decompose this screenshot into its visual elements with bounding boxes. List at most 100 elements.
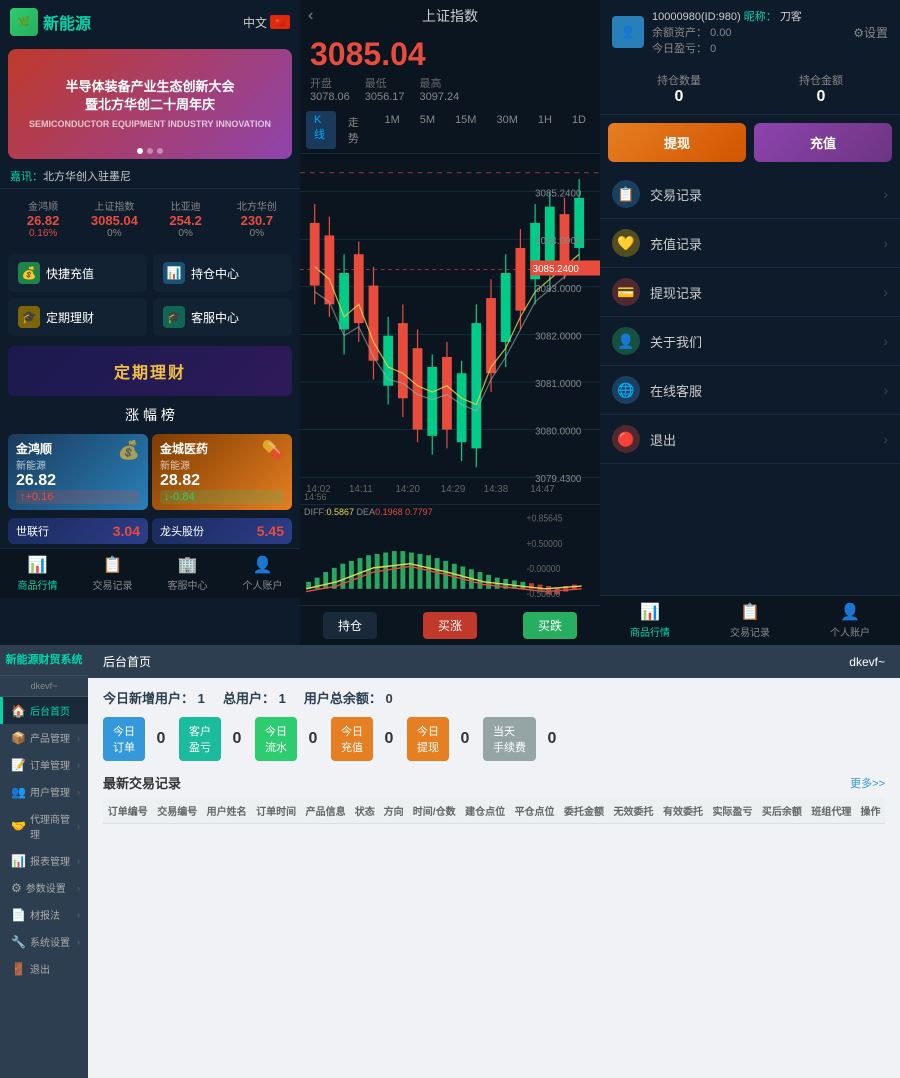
sidebar-item-material[interactable]: 📄 材报法 › <box>0 901 88 928</box>
language-badge[interactable]: 中文 🇨🇳 <box>243 14 290 31</box>
menu-arrow-icon-6: › <box>883 431 888 447</box>
svg-text:3085.2400: 3085.2400 <box>533 264 580 275</box>
tab-1d[interactable]: 1D <box>564 111 594 149</box>
gainers-grid: 金鸿顺 新能源 💰 26.82 ↑+0.16 金城医药 新能源 💊 28.82 <box>0 430 300 514</box>
nav-account[interactable]: 👤 个人账户 <box>243 555 283 592</box>
menu-trade-records[interactable]: 📋 交易记录 › <box>600 170 900 219</box>
stock-longtou[interactable]: 龙头股份 5.45 <box>152 518 292 544</box>
col-product: 产品信息 <box>301 798 350 824</box>
daily-fee-value: 0 <box>542 730 562 748</box>
daily-recharge-label: 今日充值 <box>331 717 373 761</box>
svg-text:3084.0000: 3084.0000 <box>535 236 582 247</box>
btn-buy-up[interactable]: 买涨 <box>423 612 477 639</box>
menu-online-service[interactable]: 🌐 在线客服 › <box>600 366 900 415</box>
gainer-card-1[interactable]: 金城医药 新能源 💊 28.82 ↓-0.84 <box>152 434 292 510</box>
finance-promo[interactable]: 定期理财 <box>8 346 292 396</box>
position-count: 持仓数量 0 <box>657 72 701 106</box>
daily-flow-value: 0 <box>303 730 323 748</box>
more-link[interactable]: 更多>> <box>850 775 885 791</box>
settings-button[interactable]: ⚙设置 <box>853 24 888 41</box>
menu-recharge-records[interactable]: 💛 充值记录 › <box>600 219 900 268</box>
main-price: 3085.04 <box>310 36 590 73</box>
market-item-3[interactable]: 北方华创 230.7 0% <box>222 195 292 242</box>
admin-header: 后台首页 dkevf~ <box>88 645 900 678</box>
chart-bottom-nav: 持仓 买涨 买跌 <box>300 605 600 645</box>
menu-arrow-icon-5: › <box>883 382 888 398</box>
finance-icon: 🎓 <box>18 306 40 328</box>
banner-dot-2 <box>147 148 153 154</box>
withdraw-button[interactable]: 提现 <box>608 123 746 162</box>
left-bottom-nav: 📊 商品行情 📋 交易记录 🏢 客服中心 👤 个人账户 <box>0 548 300 598</box>
admin-panel: 新能源财贸系统 dkevf~ 🏠 后台首页 📦 产品管理 › 📝 订单管理 › … <box>0 645 900 1078</box>
trade-records-icon: 📋 <box>612 180 640 208</box>
stock-shilian[interactable]: 世联行 3.04 <box>8 518 148 544</box>
about-icon: 👤 <box>612 327 640 355</box>
nav-trade[interactable]: 📋 交易记录 <box>93 555 133 592</box>
svg-text:3081.0000: 3081.0000 <box>535 379 582 390</box>
tab-15m[interactable]: 15M <box>447 111 484 149</box>
quick-finance-btn[interactable]: 🎓 定期理财 <box>8 298 147 336</box>
back-button[interactable]: ‹ <box>308 7 313 25</box>
sidebar-item-system[interactable]: 🔧 系统设置 › <box>0 928 88 955</box>
sidebar-item-home[interactable]: 🏠 后台首页 <box>0 697 88 724</box>
left-panel: 🌿 新能源 中文 🇨🇳 半导体装备产业生态创新大会 暨北方华创二十周年庆 SEM… <box>0 0 300 645</box>
col-status: 状态 <box>350 798 379 824</box>
menu-logout[interactable]: 🔴 退出 › <box>600 415 900 464</box>
market-item-1[interactable]: 上证指数 3085.04 0% <box>79 195 149 242</box>
col-agent: 班组代理 <box>807 798 856 824</box>
tab-5m[interactable]: 5M <box>412 111 443 149</box>
sidebar-item-orders[interactable]: 📝 订单管理 › <box>0 751 88 778</box>
sidebar-item-params[interactable]: ⚙ 参数设置 › <box>0 874 88 901</box>
market-item-2[interactable]: 比亚迪 254.2 0% <box>151 195 221 242</box>
recharge-icon: 💰 <box>18 262 40 284</box>
daily-orders-value: 0 <box>151 730 171 748</box>
menu-arrow-icon-4: › <box>883 333 888 349</box>
market-grid: 金鸿顺 26.82 0.16% 上证指数 3085.04 0% 比亚迪 254.… <box>0 189 300 248</box>
menu-withdraw-label: 提现记录 <box>650 283 883 302</box>
quick-service-btn[interactable]: 🎓 客服中心 <box>153 298 292 336</box>
quick-recharge-btn[interactable]: 💰 快捷充值 <box>8 254 147 292</box>
sidebar-item-users[interactable]: 👥 用户管理 › <box>0 778 88 805</box>
svg-text:+0.50000: +0.50000 <box>527 539 563 550</box>
gainer-card-0[interactable]: 金鸿顺 新能源 💰 26.82 ↑+0.16 <box>8 434 148 510</box>
tab-kline[interactable]: K线 <box>306 111 336 149</box>
sidebar-item-reports[interactable]: 📊 报表管理 › <box>0 847 88 874</box>
admin-username: dkevf~ <box>849 655 885 669</box>
tab-1m[interactable]: 1M <box>377 111 408 149</box>
price-high: 最高 3097.24 <box>420 75 460 103</box>
svg-text:+0.85645: +0.85645 <box>527 514 563 525</box>
sidebar-item-products[interactable]: 📦 产品管理 › <box>0 724 88 751</box>
deposit-button[interactable]: 充值 <box>754 123 892 162</box>
stats-cards: 今日订单 0 客户盈亏 0 今日流水 0 今日充值 0 今日提现 0 <box>103 717 885 761</box>
promo-banner-top[interactable]: 半导体装备产业生态创新大会 暨北方华创二十周年庆 SEMICONDUCTOR E… <box>8 49 292 159</box>
nav-market[interactable]: 📊 商品行情 <box>18 555 58 592</box>
col-after-balance: 买后余额 <box>757 798 806 824</box>
daily-withdraw-value: 0 <box>455 730 475 748</box>
right-nav-market[interactable]: 📊 商品行情 <box>630 602 670 639</box>
nav-service[interactable]: 🏢 客服中心 <box>168 555 208 592</box>
svg-text:3083.0000: 3083.0000 <box>535 284 582 295</box>
finance-label: 定期理财 <box>46 309 94 326</box>
menu-about[interactable]: 👤 关于我们 › <box>600 317 900 366</box>
svg-text:14:11: 14:11 <box>349 484 373 492</box>
col-trade-no: 交易编号 <box>152 798 201 824</box>
table-title: 最新交易记录 <box>103 773 181 792</box>
sidebar-item-logout[interactable]: 🚪 退出 <box>0 955 88 982</box>
right-nav-account[interactable]: 👤 个人账户 <box>830 602 870 639</box>
tab-trend[interactable]: 走势 <box>340 111 373 149</box>
sidebar-item-agents[interactable]: 🤝 代理商管理 › <box>0 805 88 847</box>
btn-position[interactable]: 持仓 <box>323 612 377 639</box>
svg-text:3085.2400: 3085.2400 <box>535 189 582 200</box>
home-icon: 🏠 <box>11 704 26 718</box>
client-pnl-value: 0 <box>227 730 247 748</box>
menu-withdraw-records[interactable]: 💳 提现记录 › <box>600 268 900 317</box>
right-nav-trade[interactable]: 📋 交易记录 <box>730 602 770 639</box>
menu-arrow-icon: › <box>883 186 888 202</box>
svg-text:-0.50000: -0.50000 <box>527 589 561 600</box>
tab-1h[interactable]: 1H <box>530 111 560 149</box>
news-ticker: 嘉讯：北方华创入驻墨尼 <box>0 164 300 189</box>
market-item-0[interactable]: 金鸿顺 26.82 0.16% <box>8 195 78 242</box>
quick-position-btn[interactable]: 📊 持仓中心 <box>153 254 292 292</box>
tab-30m[interactable]: 30M <box>488 111 525 149</box>
btn-buy-down[interactable]: 买跌 <box>523 612 577 639</box>
